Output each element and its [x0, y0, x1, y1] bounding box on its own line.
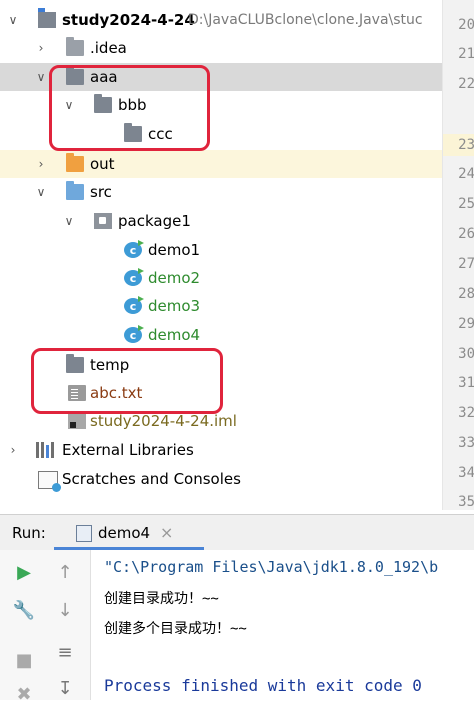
project-tree: ∨ study2024-4-24 D:\JavaCLUBclone\clone.… [0, 0, 442, 510]
line-number: 28 [458, 286, 474, 302]
scratches-icon [38, 471, 61, 492]
tree-item-label: demo4 [148, 326, 201, 344]
console-line: "C:\Program Files\Java\jdk1.8.0_192\b [104, 558, 439, 576]
root-name: study2024-4-24 [62, 11, 195, 29]
line-number: 33 [458, 435, 474, 451]
tree-item-label: demo1 [148, 241, 201, 259]
class-icon: c [124, 325, 144, 343]
tree-item-label: study2024-4-24.iml [90, 412, 237, 430]
source-folder-icon [66, 181, 84, 200]
console-tab-icon [76, 525, 92, 542]
tree-item-label: External Libraries [62, 441, 194, 459]
line-number-gutter: 20 21 22 23 24 25 26 27 28 29 30 31 32 3… [442, 0, 474, 510]
tree-item-bbb[interactable]: ∨ bbb [0, 91, 442, 119]
library-icon [36, 442, 54, 458]
run-toolbar: ▶ 🔧 ■ ✖ ↑ ↓ ≡ ↧ [0, 550, 91, 705]
class-icon: c [124, 268, 144, 286]
tree-item-package1[interactable]: ∨ package1 [0, 207, 442, 235]
tree-item-label: temp [90, 356, 130, 374]
chevron-right-icon[interactable]: › [34, 150, 48, 178]
run-icon[interactable]: ▶ [11, 560, 37, 586]
tree-item-idea[interactable]: › .idea [0, 34, 442, 62]
chevron-down-icon[interactable]: ∨ [62, 207, 76, 235]
root-path: D:\JavaCLUBclone\clone.Java\stuc [188, 12, 423, 28]
line-number: 25 [458, 196, 474, 212]
iml-file-icon [68, 413, 86, 429]
tree-item-label: demo3 [148, 297, 201, 315]
class-icon: c [124, 240, 144, 258]
tree-item-out[interactable]: › out [0, 150, 442, 178]
tree-item-label: ccc [148, 125, 173, 143]
pin-icon[interactable]: ✖ [11, 682, 37, 708]
line-number: 29 [458, 316, 474, 332]
tree-item-aaa[interactable]: ∨ aaa [0, 63, 442, 91]
run-tool-window-header: Run: demo4 × [0, 514, 474, 551]
tree-item-label: Scratches and Consoles [62, 470, 241, 488]
tree-item-demo1[interactable]: c demo1 [0, 236, 442, 264]
arrow-up-icon[interactable]: ↑ [52, 560, 78, 586]
folder-icon [94, 94, 112, 113]
tree-item-label: demo2 [148, 269, 201, 287]
line-number: 21 [458, 46, 474, 62]
tree-item-iml[interactable]: study2024-4-24.iml [0, 407, 442, 435]
run-label: Run: [12, 524, 46, 542]
tree-item-demo3[interactable]: c demo3 [0, 292, 442, 320]
line-number: 20 [458, 17, 474, 33]
console-line: Process finished with exit code 0 [104, 676, 422, 695]
tree-item-label: src [90, 183, 112, 201]
stop-icon[interactable]: ■ [11, 648, 37, 674]
chevron-right-icon[interactable]: › [6, 436, 20, 464]
line-number: 34 [458, 465, 474, 481]
line-number: 31 [458, 375, 474, 391]
console-line: 创建目录成功！~~ [104, 591, 219, 607]
chevron-down-icon[interactable]: ∨ [62, 91, 76, 119]
tree-item-label: abc.txt [90, 384, 143, 402]
text-file-icon [68, 385, 86, 401]
tree-item-label: .idea [90, 39, 127, 57]
chevron-down-icon[interactable]: ∨ [34, 63, 48, 91]
tree-item-label: bbb [118, 96, 147, 114]
tree-item-ccc[interactable]: ccc [0, 120, 442, 148]
folder-icon [66, 354, 84, 373]
folder-icon [66, 66, 84, 85]
line-number: 24 [458, 166, 474, 182]
line-number: 27 [458, 256, 474, 272]
tree-item-src[interactable]: ∨ src [0, 178, 442, 206]
chevron-down-icon[interactable]: ∨ [6, 6, 20, 34]
close-icon[interactable]: × [160, 515, 173, 551]
line-number: 32 [458, 405, 474, 421]
tree-item-label: package1 [118, 212, 191, 230]
package-icon [94, 213, 112, 229]
scroll-to-end-icon[interactable]: ↧ [52, 676, 78, 702]
tab-label: demo4 [98, 524, 151, 542]
tree-item-temp[interactable]: temp [0, 351, 442, 379]
tree-item-demo4[interactable]: c demo4 [0, 321, 442, 349]
tree-item-scratches[interactable]: Scratches and Consoles [0, 465, 442, 493]
chevron-right-icon[interactable]: › [34, 34, 48, 62]
wrench-icon[interactable]: 🔧 [11, 598, 37, 624]
console-line: 创建多个目录成功！~~ [104, 621, 247, 637]
soft-wrap-icon[interactable]: ≡ [52, 640, 78, 666]
tree-item-label: out [90, 155, 115, 173]
folder-icon [66, 153, 84, 172]
line-number: 35 [458, 494, 474, 510]
tree-root[interactable]: ∨ study2024-4-24 D:\JavaCLUBclone\clone.… [0, 6, 442, 34]
chevron-down-icon[interactable]: ∨ [34, 178, 48, 206]
console-output[interactable]: "C:\Program Files\Java\jdk1.8.0_192\b 创建… [91, 550, 474, 700]
module-icon [38, 8, 56, 28]
tree-item-abc-txt[interactable]: abc.txt [0, 379, 442, 407]
tree-item-label: aaa [90, 68, 118, 86]
folder-icon [124, 123, 142, 142]
class-icon: c [124, 296, 144, 314]
folder-icon [66, 37, 84, 56]
tree-item-external-libraries[interactable]: › External Libraries [0, 436, 442, 464]
line-number: 30 [458, 346, 474, 362]
line-number: 26 [458, 226, 474, 242]
line-number: 22 [458, 76, 474, 92]
line-number: 23 [458, 137, 474, 153]
tree-item-demo2[interactable]: c demo2 [0, 264, 442, 292]
arrow-down-icon[interactable]: ↓ [52, 598, 78, 624]
